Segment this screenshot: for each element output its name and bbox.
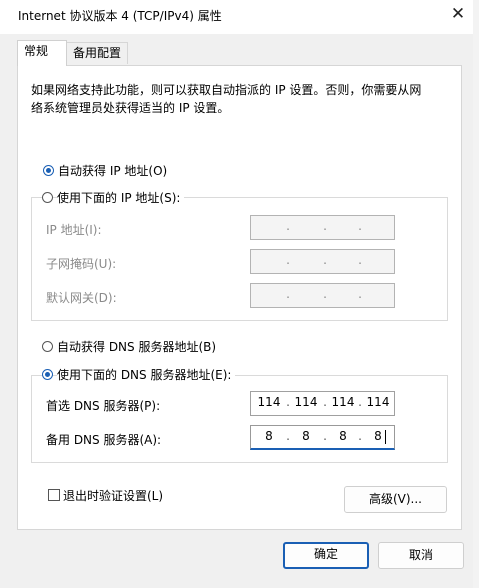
description-line-2: 络系统管理员处获得适当的 IP 设置。 bbox=[31, 101, 230, 115]
radio-manual-dns-label[interactable]: 使用下面的 DNS 服务器地址(E): bbox=[57, 366, 236, 383]
radio-manual-ip-label[interactable]: 使用下面的 IP 地址(S): bbox=[57, 189, 185, 206]
subnet-mask-input[interactable]: . . . bbox=[250, 249, 395, 274]
ip-address-label: IP 地址(I): bbox=[46, 223, 102, 237]
description-line-1: 如果网络支持此功能，则可以获取自动指派的 IP 设置。否则，你需要从网 bbox=[31, 83, 422, 97]
cancel-button[interactable]: 取消 bbox=[378, 542, 464, 569]
subnet-mask-label: 子网掩码(U): bbox=[46, 257, 117, 271]
radio-auto-ip-icon[interactable] bbox=[43, 165, 54, 176]
preferred-dns-input[interactable]: 114 . 114 . 114 . 114 bbox=[250, 391, 395, 416]
tab-general[interactable]: 常规 bbox=[17, 40, 67, 66]
radio-auto-ip-label[interactable]: 自动获得 IP 地址(O) bbox=[58, 162, 167, 179]
description-text: 如果网络支持此功能，则可以获取自动指派的 IP 设置。否则，你需要从网 络系统管… bbox=[31, 81, 441, 117]
alternate-dns-label: 备用 DNS 服务器(A): bbox=[46, 433, 162, 447]
radio-manual-dns-icon[interactable] bbox=[42, 369, 53, 380]
radio-auto-dns-icon[interactable] bbox=[42, 341, 53, 352]
text-cursor bbox=[385, 430, 386, 444]
close-icon[interactable]: ✕ bbox=[447, 3, 469, 25]
ip-address-input[interactable]: . . . bbox=[250, 215, 395, 240]
window-edge bbox=[473, 0, 479, 588]
alternate-dns-input[interactable]: 8 . 8 . 8 . 8 bbox=[250, 425, 395, 450]
validate-checkbox-label[interactable]: 退出时验证设置(L) bbox=[63, 487, 163, 504]
validate-checkbox-icon[interactable] bbox=[48, 489, 60, 501]
window-title: Internet 协议版本 4 (TCP/IPv4) 属性 bbox=[18, 9, 222, 23]
radio-auto-dns-label[interactable]: 自动获得 DNS 服务器地址(B) bbox=[57, 338, 216, 355]
tab-alternate-config[interactable]: 备用配置 bbox=[66, 42, 128, 64]
default-gateway-label: 默认网关(D): bbox=[46, 291, 117, 305]
default-gateway-input[interactable]: . . . bbox=[250, 283, 395, 308]
preferred-dns-label: 首选 DNS 服务器(P): bbox=[46, 399, 161, 413]
radio-manual-ip-icon[interactable] bbox=[42, 192, 53, 203]
ok-button[interactable]: 确定 bbox=[283, 542, 369, 569]
advanced-button[interactable]: 高级(V)... bbox=[344, 486, 447, 513]
